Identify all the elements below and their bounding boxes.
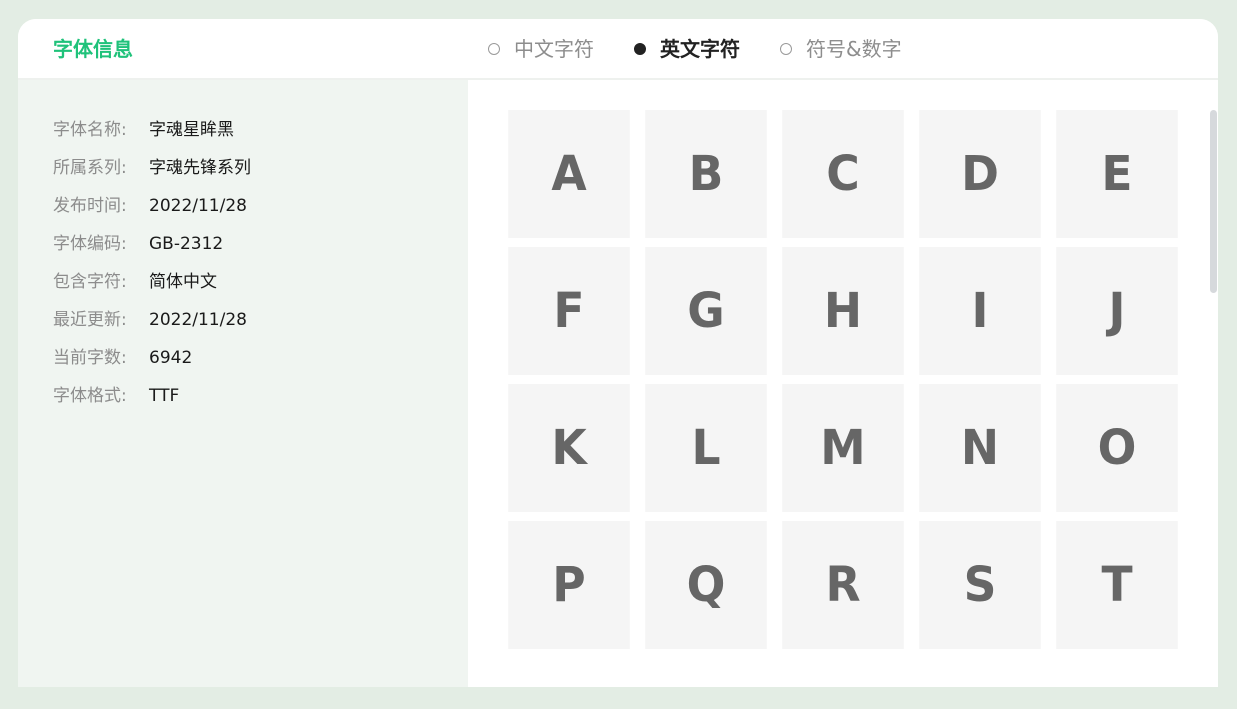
info-row-updated: 最近更新: 2022/11/28 bbox=[53, 308, 247, 332]
info-label: 发布时间: bbox=[53, 196, 127, 216]
glyph-tile-m: M bbox=[782, 384, 904, 512]
glyph-tile-l: L bbox=[645, 384, 767, 512]
glyph-grid: ABCDE FGHIJ KLMNO PQRST bbox=[505, 110, 1181, 649]
glyph-tile-t: T bbox=[1056, 521, 1178, 649]
header: 字体信息 中文字符 英文字符 符号&数字 bbox=[18, 19, 1218, 80]
info-row-char-count: 当前字数: 6942 bbox=[53, 346, 192, 370]
glyph-tile-j: J bbox=[1056, 247, 1178, 375]
scrollbar-thumb[interactable] bbox=[1210, 110, 1217, 293]
glyph-tile-a: A bbox=[508, 110, 630, 238]
glyph-tile-b: B bbox=[645, 110, 767, 238]
glyph-tile-k: K bbox=[508, 384, 630, 512]
tab-label: 中文字符 bbox=[514, 37, 594, 61]
radio-icon bbox=[634, 43, 646, 55]
character-tabs: 中文字符 英文字符 符号&数字 bbox=[488, 36, 942, 62]
info-label: 所属系列: bbox=[53, 158, 127, 178]
glyph-tile-s: S bbox=[919, 521, 1041, 649]
info-label: 当前字数: bbox=[53, 348, 127, 368]
info-row-format: 字体格式: TTF bbox=[53, 384, 179, 408]
tab-label: 符号&数字 bbox=[806, 37, 902, 61]
tab-label: 英文字符 bbox=[660, 37, 740, 61]
info-value: GB-2312 bbox=[149, 234, 224, 254]
tab-symbols-numbers[interactable]: 符号&数字 bbox=[780, 36, 902, 62]
info-label: 包含字符: bbox=[53, 272, 127, 292]
info-panel: 字体名称: 字魂星眸黑 所属系列: 字魂先锋系列 发布时间: 2022/11/28 字… bbox=[18, 80, 468, 687]
glyph-tile-r: R bbox=[782, 521, 904, 649]
glyph-tile-f: F bbox=[508, 247, 630, 375]
glyph-tile-n: N bbox=[919, 384, 1041, 512]
glyph-tile-o: O bbox=[1056, 384, 1178, 512]
info-label: 最近更新: bbox=[53, 310, 127, 330]
glyph-tile-i: I bbox=[919, 247, 1041, 375]
info-row-name: 字体名称: 字魂星眸黑 bbox=[53, 118, 234, 142]
info-row-encoding: 字体编码: GB-2312 bbox=[53, 232, 223, 256]
info-label: 字体编码: bbox=[53, 234, 127, 254]
scrollbar[interactable] bbox=[1210, 110, 1218, 687]
info-value: 6942 bbox=[149, 348, 193, 368]
info-value: 2022/11/28 bbox=[149, 310, 247, 330]
info-row-release-date: 发布时间: 2022/11/28 bbox=[53, 194, 247, 218]
glyph-tile-c: C bbox=[782, 110, 904, 238]
info-label: 字体名称: bbox=[53, 120, 127, 140]
glyph-tile-h: H bbox=[782, 247, 904, 375]
glyph-tile-q: Q bbox=[645, 521, 767, 649]
info-value: TTF bbox=[149, 386, 180, 406]
font-info-card: 字体信息 中文字符 英文字符 符号&数字 字体名称: 字魂星眸黑 所属系列: 字魂先… bbox=[18, 19, 1218, 687]
brand-title: 字体信息 bbox=[53, 37, 133, 61]
info-row-charset: 包含字符: 简体中文 bbox=[53, 270, 217, 294]
glyph-tile-d: D bbox=[919, 110, 1041, 238]
info-label: 字体格式: bbox=[53, 386, 127, 406]
info-value: 2022/11/28 bbox=[149, 196, 247, 216]
tab-chinese[interactable]: 中文字符 bbox=[488, 36, 594, 62]
glyph-tile-e: E bbox=[1056, 110, 1178, 238]
radio-icon bbox=[780, 43, 792, 55]
info-row-series: 所属系列: 字魂先锋系列 bbox=[53, 156, 251, 180]
info-value: 字魂先锋系列 bbox=[149, 158, 251, 178]
info-value: 简体中文 bbox=[149, 272, 217, 292]
glyph-tile-g: G bbox=[645, 247, 767, 375]
glyph-preview-panel[interactable]: ABCDE FGHIJ KLMNO PQRST bbox=[468, 80, 1218, 687]
info-value: 字魂星眸黑 bbox=[149, 120, 234, 140]
tab-english[interactable]: 英文字符 bbox=[634, 36, 740, 62]
glyph-tile-p: P bbox=[508, 521, 630, 649]
radio-icon bbox=[488, 43, 500, 55]
